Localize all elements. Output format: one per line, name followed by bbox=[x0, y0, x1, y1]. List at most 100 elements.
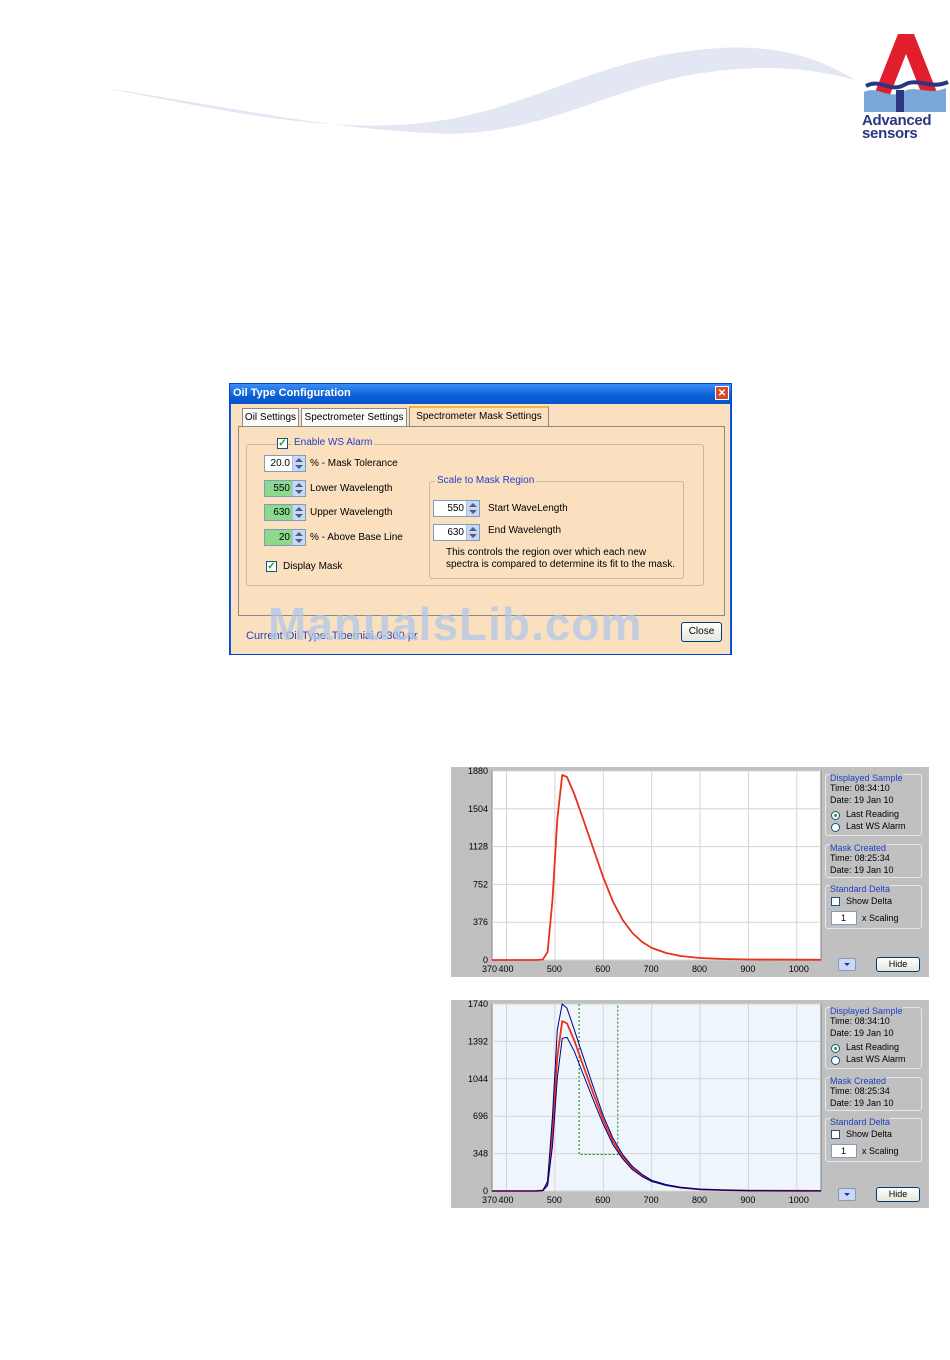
upper-wavelength-value: 630 bbox=[273, 507, 290, 518]
display-mask-checkbox[interactable]: ✓ bbox=[266, 561, 277, 572]
displayed-sample-group: Displayed Sample Time: 08:34:10 Date: 19… bbox=[825, 773, 922, 836]
spinner-arrows-icon[interactable] bbox=[292, 530, 305, 545]
mask-date: Date: 19 Jan 10 bbox=[830, 1098, 894, 1108]
end-wavelength-label: End Wavelength bbox=[488, 525, 562, 536]
mask-time: Time: 08:25:34 bbox=[830, 1086, 890, 1096]
x-tick-label: 370 bbox=[482, 964, 497, 974]
tab-spectrometer-settings[interactable]: Spectrometer Settings bbox=[301, 408, 407, 426]
y-tick-label: 1880 bbox=[468, 767, 488, 776]
show-delta-checkbox[interactable] bbox=[831, 1130, 840, 1139]
displayed-time: Time: 08:34:10 bbox=[830, 783, 890, 793]
watermark: ManualsLib.com bbox=[268, 598, 643, 650]
header-swoosh bbox=[105, 47, 855, 134]
start-wavelength-value: 550 bbox=[447, 503, 464, 514]
start-wavelength-label: Start WaveLength bbox=[488, 503, 568, 514]
dialog-title: Oil Type Configuration bbox=[233, 387, 351, 399]
show-delta-label: Show Delta bbox=[846, 1129, 893, 1139]
x-tick-label: 800 bbox=[692, 964, 707, 974]
mask-tolerance-label: % - Mask Tolerance bbox=[310, 458, 398, 469]
end-wavelength-value: 630 bbox=[447, 527, 464, 538]
mask-created-title: Mask Created bbox=[830, 1076, 887, 1086]
spinner-arrows-icon[interactable] bbox=[292, 456, 305, 471]
enable-ws-alarm-label: Enable WS Alarm bbox=[292, 437, 375, 448]
upper-wavelength-spinner[interactable]: 630 bbox=[264, 504, 306, 521]
lower-wavelength-label: Lower Wavelength bbox=[310, 483, 393, 494]
standard-delta-title: Standard Delta bbox=[830, 884, 891, 894]
spinner-arrows-icon[interactable] bbox=[292, 481, 305, 496]
x-tick-label: 900 bbox=[740, 1195, 755, 1205]
displayed-date: Date: 19 Jan 10 bbox=[830, 795, 894, 805]
displayed-time: Time: 08:34:10 bbox=[830, 1016, 890, 1026]
displayed-sample-title: Displayed Sample bbox=[830, 773, 903, 783]
last-reading-label: Last Reading bbox=[846, 809, 900, 819]
standard-delta-title: Standard Delta bbox=[830, 1117, 891, 1127]
tab-oil-settings[interactable]: Oil Settings bbox=[242, 408, 299, 426]
mask-date: Date: 19 Jan 10 bbox=[830, 865, 894, 875]
y-tick-label: 0 bbox=[483, 1186, 488, 1196]
last-reading-label: Last Reading bbox=[846, 1042, 900, 1052]
scaling-spinner[interactable]: 1 bbox=[831, 911, 857, 925]
x-tick-label: 800 bbox=[692, 1195, 707, 1205]
above-base-line-label: % - Above Base Line bbox=[310, 532, 403, 543]
spinner-arrows-icon[interactable] bbox=[466, 501, 479, 516]
displayed-sample-group: Displayed Sample Time: 08:34:10 Date: 19… bbox=[825, 1006, 922, 1069]
start-wavelength-spinner[interactable]: 550 bbox=[433, 500, 480, 517]
y-tick-label: 1128 bbox=[469, 842, 488, 852]
show-delta-label: Show Delta bbox=[846, 896, 893, 906]
hide-button[interactable]: Hide bbox=[876, 1187, 920, 1202]
chart-side-panel-2: Displayed Sample Time: 08:34:10 Date: 19… bbox=[822, 1000, 924, 1208]
y-tick-label: 376 bbox=[473, 917, 488, 927]
y-tick-label: 696 bbox=[473, 1111, 488, 1121]
standard-delta-group: Standard Delta Show Delta 1 x Scaling bbox=[825, 884, 922, 929]
lower-wavelength-value: 550 bbox=[273, 483, 290, 494]
mask-time: Time: 08:25:34 bbox=[830, 853, 890, 863]
y-tick-label: 1044 bbox=[468, 1074, 488, 1084]
last-ws-alarm-radio[interactable] bbox=[831, 1056, 840, 1065]
plot-area bbox=[491, 770, 822, 961]
standard-delta-group: Standard Delta Show Delta 1 x Scaling bbox=[825, 1117, 922, 1162]
displayed-sample-title: Displayed Sample bbox=[830, 1006, 903, 1016]
lower-wavelength-spinner[interactable]: 550 bbox=[264, 480, 306, 497]
chevron-down-icon[interactable] bbox=[838, 958, 856, 971]
x-tick-label: 600 bbox=[595, 1195, 610, 1205]
last-reading-radio[interactable] bbox=[831, 811, 840, 820]
spinner-arrows-icon[interactable] bbox=[292, 505, 305, 520]
scaling-label: x Scaling bbox=[862, 1146, 899, 1156]
y-tick-label: 0 bbox=[483, 955, 488, 965]
mask-created-group: Mask Created Time: 08:25:34 Date: 19 Jan… bbox=[825, 843, 922, 878]
last-ws-alarm-radio[interactable] bbox=[831, 823, 840, 832]
close-icon[interactable]: ✕ bbox=[715, 386, 729, 400]
x-tick-label: 400 bbox=[499, 964, 514, 974]
plot-area bbox=[491, 1003, 822, 1192]
spinner-arrows-icon[interactable] bbox=[466, 525, 479, 540]
last-reading-radio[interactable] bbox=[831, 1044, 840, 1053]
tab-spectrometer-mask-settings[interactable]: Spectrometer Mask Settings bbox=[409, 406, 549, 427]
mask-tolerance-spinner[interactable]: 20.0 bbox=[264, 455, 306, 472]
scale-note-line2: spectra is compared to determine its fit… bbox=[446, 559, 675, 570]
chevron-down-icon[interactable] bbox=[838, 1188, 856, 1201]
displayed-date: Date: 19 Jan 10 bbox=[830, 1028, 894, 1038]
scaling-value: 1 bbox=[841, 913, 847, 923]
y-tick-label: 1392 bbox=[468, 1036, 488, 1046]
hide-button[interactable]: Hide bbox=[876, 957, 920, 972]
y-tick-label: 348 bbox=[473, 1149, 488, 1159]
scaling-value: 1 bbox=[841, 1146, 847, 1156]
dialog-titlebar[interactable]: Oil Type Configuration ✕ bbox=[230, 384, 731, 404]
mask-tolerance-value: 20.0 bbox=[270, 458, 290, 469]
x-tick-label: 700 bbox=[644, 1195, 659, 1205]
close-button[interactable]: Close bbox=[681, 622, 722, 642]
mask-created-title: Mask Created bbox=[830, 843, 887, 853]
scale-note-line1: This controls the region over which each… bbox=[446, 547, 647, 558]
show-delta-checkbox[interactable] bbox=[831, 897, 840, 906]
logo-text-sensors: sensors bbox=[862, 125, 918, 142]
y-tick-label: 1504 bbox=[468, 804, 488, 814]
chart-side-panel-1: Displayed Sample Time: 08:34:10 Date: 19… bbox=[822, 767, 924, 977]
spectrum-chart-2: 370 400 500 600 700 800 900 1000 0 348 696 1044 1392… bbox=[468, 1000, 822, 1205]
x-tick-label: 1000 bbox=[789, 964, 809, 974]
end-wavelength-spinner[interactable]: 630 bbox=[433, 524, 480, 541]
y-tick-label: 752 bbox=[473, 879, 488, 889]
scaling-spinner[interactable]: 1 bbox=[831, 1144, 857, 1158]
enable-ws-alarm-checkbox[interactable]: ✓ bbox=[277, 438, 288, 449]
above-base-line-spinner[interactable]: 20 bbox=[264, 529, 306, 546]
last-ws-alarm-label: Last WS Alarm bbox=[846, 821, 906, 831]
